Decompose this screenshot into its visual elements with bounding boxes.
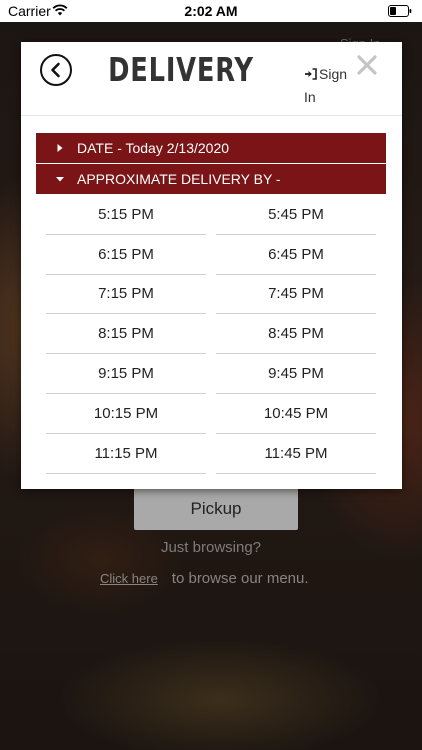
time-slot-option[interactable]: 5:45 PM	[216, 195, 376, 235]
time-slot-option[interactable]: 5:15 PM	[46, 195, 206, 235]
time-row: 10:15 PM 10:45 PM	[46, 394, 376, 434]
time-slot-option[interactable]: 10:15 PM	[46, 394, 206, 434]
browse-menu-text: to browse our menu.	[171, 570, 309, 587]
time-slot-option[interactable]: 8:45 PM	[216, 314, 376, 355]
delivery-time-section-header[interactable]: APPROXIMATE DELIVERY BY -	[36, 164, 386, 194]
time-slot-option[interactable]: 7:15 PM	[46, 275, 206, 315]
time-row: 6:15 PM 6:45 PM	[46, 235, 376, 275]
signin-link[interactable]: Sign In	[304, 63, 354, 109]
delivery-modal: DELIVERY Sign In DATE - Today 2/13/2020 …	[21, 42, 402, 489]
time-row: 11:15 PM 11:45 PM	[46, 434, 376, 474]
time-slot-option[interactable]: 7:45 PM	[216, 275, 376, 315]
time-slot-option[interactable]: 6:15 PM	[46, 235, 206, 275]
time-slot-option[interactable]: 10:45 PM	[216, 394, 376, 434]
modal-header: DELIVERY Sign In	[21, 42, 402, 116]
caret-down-icon	[56, 177, 64, 182]
time-slot-grid: 5:15 PM 5:45 PM 6:15 PM 6:45 PM 7:15 PM …	[46, 195, 376, 474]
date-section-label: DATE - Today 2/13/2020	[77, 140, 230, 156]
back-button[interactable]	[40, 54, 72, 86]
time-row: 8:15 PM 8:45 PM	[46, 314, 376, 355]
pickup-button[interactable]: Pickup	[134, 488, 298, 530]
date-section-header[interactable]: DATE - Today 2/13/2020	[36, 133, 386, 163]
sign-in-icon	[305, 68, 317, 80]
status-bar: Carrier 2:02 AM	[0, 0, 422, 22]
time-slot-option[interactable]: 9:45 PM	[216, 354, 376, 394]
click-here-link[interactable]: Click here	[100, 571, 158, 586]
clock: 2:02 AM	[184, 3, 238, 19]
close-icon[interactable]	[356, 54, 378, 76]
time-slot-option[interactable]: 9:15 PM	[46, 354, 206, 394]
chevron-left-icon	[51, 62, 60, 78]
time-slot-option[interactable]: 8:15 PM	[46, 314, 206, 355]
time-row: 7:15 PM 7:45 PM	[46, 275, 376, 315]
modal-title: DELIVERY	[108, 50, 254, 89]
battery-icon	[388, 5, 412, 17]
caret-right-icon	[57, 144, 63, 152]
time-row: 5:15 PM 5:45 PM	[46, 195, 376, 235]
delivery-section-label: APPROXIMATE DELIVERY BY -	[77, 171, 281, 187]
time-slot-option[interactable]: 11:15 PM	[46, 434, 206, 474]
time-slot-option[interactable]: 11:45 PM	[216, 434, 376, 474]
browsing-question: Just browsing?	[160, 539, 262, 556]
time-row: 9:15 PM 9:45 PM	[46, 354, 376, 394]
time-slot-option[interactable]: 6:45 PM	[216, 235, 376, 275]
browse-menu-line: Click here to browse our menu.	[100, 570, 309, 587]
